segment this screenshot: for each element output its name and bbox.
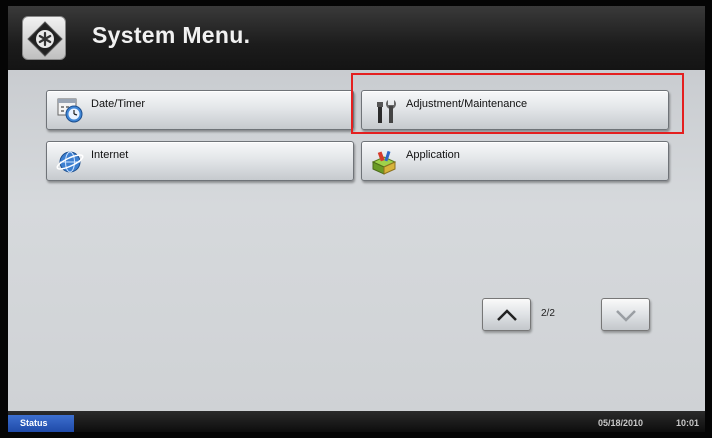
chevron-down-icon [616,310,636,322]
highlight-box [351,73,684,134]
time-display: 10:01 [676,418,700,428]
status-bar: Status 05/18/2010 10:01 [8,411,705,432]
internet-label: Internet [91,149,129,161]
date-timer-label: Date/Timer [91,98,145,110]
page-up-button[interactable] [482,298,531,331]
date-timer-button[interactable]: Date/Timer [46,90,354,130]
toolbox-icon [370,148,400,181]
status-button[interactable]: Status [8,415,74,432]
page-title: System Menu. [92,22,251,48]
application-button[interactable]: Application [361,141,669,181]
home-asterisk-icon [27,21,63,57]
globe-icon [55,148,85,181]
chevron-up-icon [497,309,517,321]
clock-calendar-icon [55,97,85,130]
application-label: Application [406,149,460,161]
page-down-button[interactable] [601,298,650,331]
page-indicator: 2/2 [541,308,555,319]
home-button[interactable] [22,16,66,60]
internet-button[interactable]: Internet [46,141,354,181]
title-bar: System Menu. [8,6,705,70]
device-screen: System Menu. Date/Timer Adjustment/Maint… [8,6,705,432]
date-display: 05/18/2010 [598,418,644,428]
